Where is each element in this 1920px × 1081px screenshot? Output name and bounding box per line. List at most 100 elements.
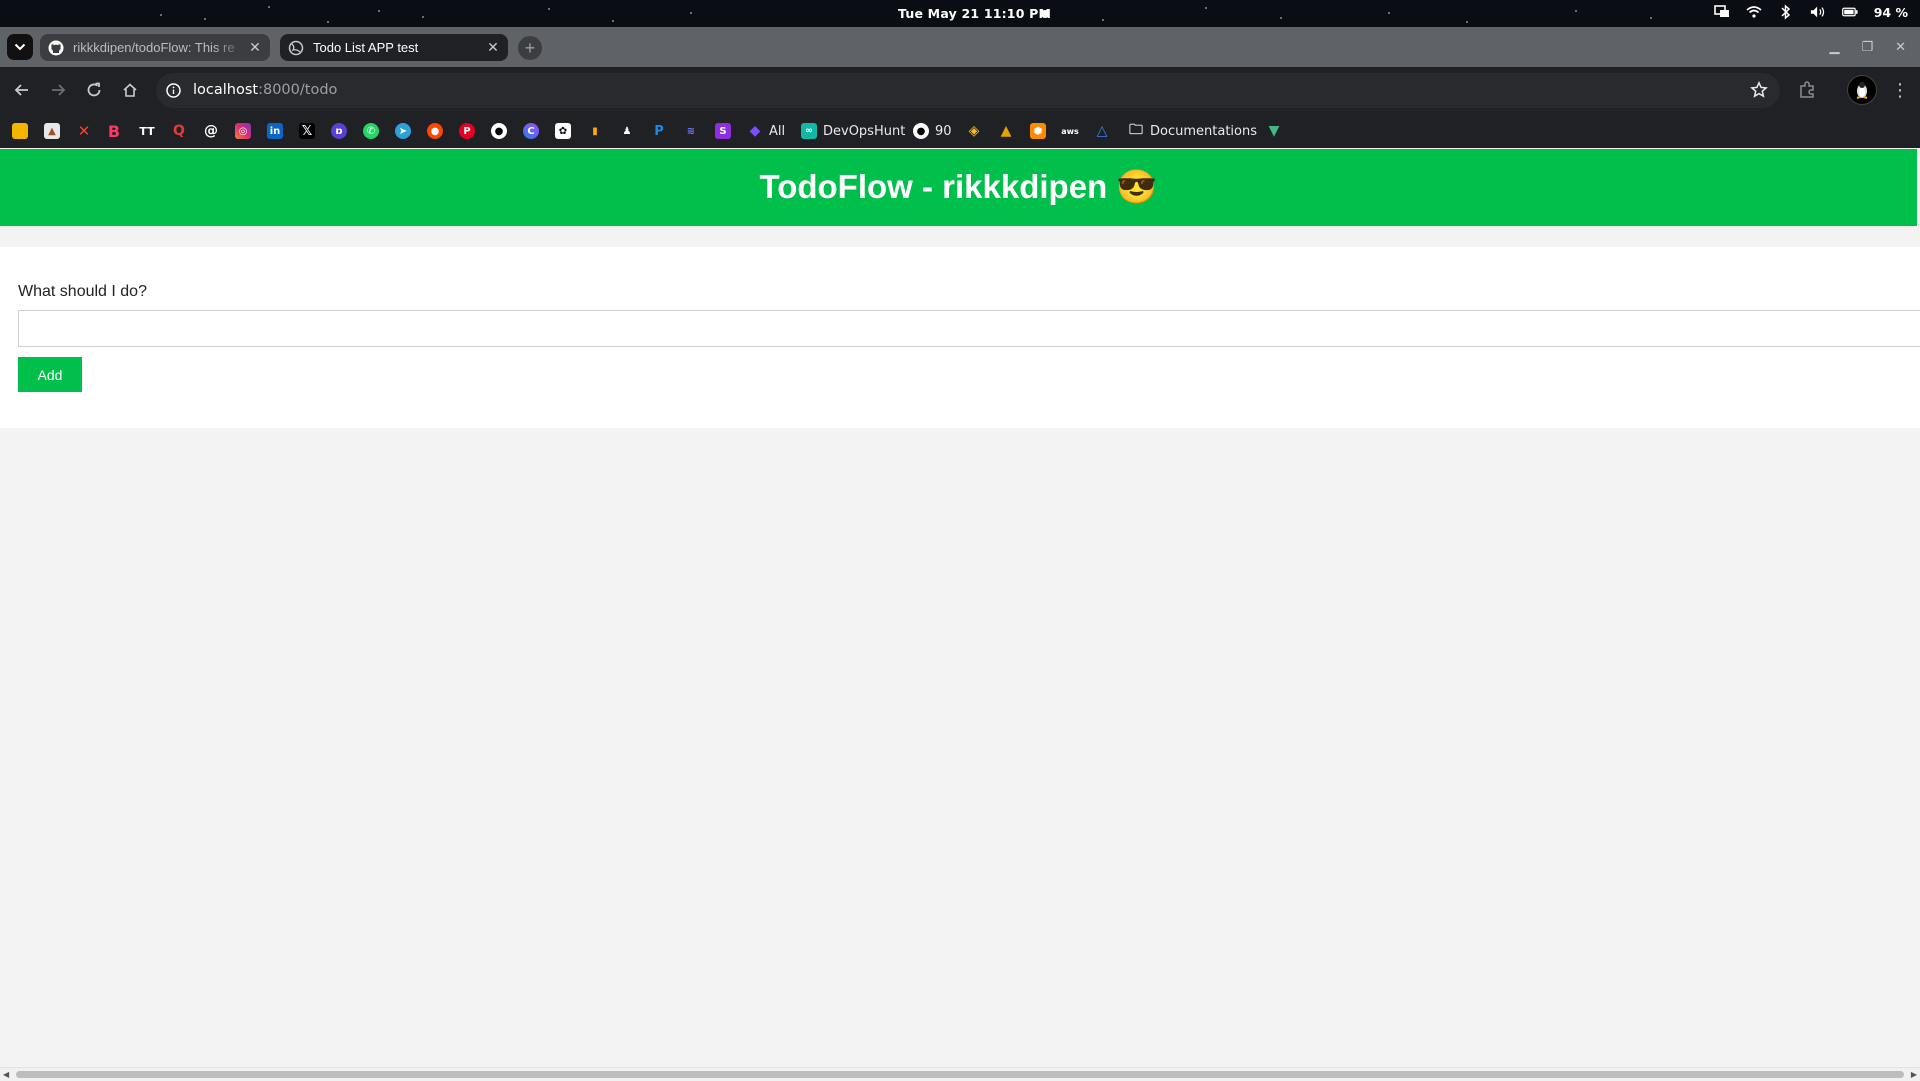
aws-icon: aws — [1061, 126, 1079, 136]
bookmark-all[interactable]: ◆ All — [747, 122, 786, 140]
bookmark-quora[interactable]: Q — [171, 122, 187, 140]
bookmark-github[interactable]: ● — [491, 122, 507, 140]
bookmark-chatgpt[interactable]: ✿ — [555, 122, 571, 140]
scroll-right-icon[interactable]: ▶ — [1911, 1070, 1917, 1079]
bluetooth-icon[interactable] — [1778, 4, 1794, 20]
tt-logo-icon: TT — [139, 124, 155, 138]
linux-penguin-icon: ♟ — [622, 125, 632, 137]
url-host: localhost — [193, 82, 259, 98]
bookmark-linux[interactable]: ♟ — [619, 122, 635, 140]
binance-icon: ◈ — [968, 123, 980, 139]
browser-menu-icon[interactable]: ⋮ — [1890, 80, 1910, 100]
forward-button[interactable] — [47, 79, 69, 101]
battery-icon[interactable] — [1841, 4, 1858, 20]
bookmark-vue[interactable]: ▼ — [1266, 122, 1282, 140]
bookmark-binance[interactable]: ◈ — [966, 122, 982, 140]
extensions-icon[interactable] — [1797, 80, 1817, 100]
screen-share-icon[interactable] — [1713, 4, 1730, 20]
bookmark-azure[interactable]: △ — [1094, 122, 1110, 140]
reload-button[interactable] — [83, 79, 105, 101]
bookmark-s[interactable]: S — [715, 122, 731, 140]
bookmark-threads[interactable]: @ — [203, 122, 219, 140]
azure-icon: △ — [1096, 123, 1108, 139]
github-icon — [48, 40, 64, 56]
volume-icon[interactable] — [1810, 4, 1826, 20]
forward-arrow-icon — [52, 84, 66, 96]
home-button[interactable] — [119, 79, 141, 101]
battery-percent: 94 % — [1873, 4, 1908, 20]
url-path: :8000/todo — [258, 82, 338, 98]
add-button[interactable]: Add — [18, 357, 82, 392]
horizontal-scrollbar[interactable]: ◀ ▶ — [0, 1067, 1920, 1081]
site-info-icon[interactable] — [166, 83, 181, 98]
bookmark-label: All — [769, 123, 786, 139]
bookmark-x-red[interactable]: ✕ — [76, 122, 92, 140]
bookmark-devopshunt[interactable]: ∞ DevOpsHunt — [801, 122, 905, 140]
bookmark-files[interactable] — [12, 122, 28, 140]
os-status-area[interactable]: 94 % — [1713, 4, 1908, 20]
scrollbar-thumb[interactable] — [16, 1071, 1904, 1078]
close-icon[interactable]: ✕ — [486, 39, 500, 55]
profile-avatar[interactable] — [1847, 75, 1877, 105]
close-window-icon[interactable]: ✕ — [1895, 39, 1906, 55]
wifi-icon[interactable] — [1746, 4, 1762, 20]
paypal-icon: P — [654, 123, 664, 139]
bookmark-purple[interactable]: ɒ — [331, 122, 347, 140]
cube-icon: ⬢ — [1030, 123, 1046, 139]
triangle-icon: ▲ — [1000, 123, 1012, 139]
browser-toolbar: localhost:8000/todo ⋮ — [0, 67, 1920, 114]
bookmark-aws[interactable]: aws — [1061, 122, 1079, 140]
folder-icon: 🗀 — [1129, 122, 1143, 138]
back-arrow-icon — [14, 84, 28, 96]
bookmark-waves[interactable]: ≋ — [683, 122, 699, 140]
bookmark-telegram[interactable]: ➤ — [395, 122, 411, 140]
bookmark-linkedin[interactable]: in — [267, 122, 283, 140]
bookmark-app[interactable]: ▲ — [44, 122, 60, 140]
github-icon: ● — [913, 123, 929, 139]
instagram-icon: ◎ — [235, 123, 251, 139]
penguin-avatar-icon — [1856, 82, 1868, 99]
bookmark-tt[interactable]: TT — [139, 122, 155, 140]
back-button[interactable] — [11, 79, 33, 101]
minimize-icon[interactable]: ▁ — [1829, 39, 1839, 55]
todo-form: What should I do? Add — [0, 247, 1920, 428]
bookmark-github-90[interactable]: ● 90 — [913, 122, 952, 140]
bookmark-x[interactable]: 𝕏 — [299, 122, 315, 140]
bookmark-b[interactable]: B — [106, 122, 122, 141]
bookmark-whatsapp[interactable]: ✆ — [363, 122, 379, 140]
infinity-icon: ∞ — [801, 123, 817, 139]
tab-title: Todo List APP test — [313, 40, 419, 55]
address-bar[interactable]: localhost:8000/todo — [156, 73, 1780, 108]
bookmark-reddit[interactable]: ● — [427, 122, 443, 140]
s-logo-icon: S — [715, 123, 731, 139]
tab-search-button[interactable] — [7, 34, 33, 60]
reddit-icon: ● — [427, 123, 443, 139]
url-text[interactable]: localhost:8000/todo — [193, 82, 337, 98]
bookmark-label: 90 — [935, 123, 952, 139]
bookmark-cube[interactable]: ⬢ — [1030, 122, 1046, 140]
bookmark-analytics[interactable]: ▮ — [587, 122, 603, 140]
close-icon[interactable]: ✕ — [248, 39, 262, 55]
tab-title: rikkkdipen/todoFlow: This re — [73, 40, 235, 55]
globe-icon — [288, 40, 304, 56]
threads-icon: @ — [204, 123, 218, 139]
os-clock[interactable]: Tue May 21 11:10 PM — [898, 6, 1051, 21]
restore-icon[interactable]: ❐ — [1861, 39, 1873, 55]
todo-input[interactable] — [18, 310, 1920, 347]
github-icon: ● — [491, 123, 507, 139]
bookmark-triangle[interactable]: ▲ — [998, 122, 1014, 140]
tab-todo-app[interactable]: Todo List APP test ✕ — [280, 34, 508, 61]
scroll-left-icon[interactable]: ◀ — [3, 1070, 9, 1079]
bookmark-star-icon[interactable] — [1750, 80, 1768, 99]
bookmark-documentations[interactable]: 🗀 Documentations — [1128, 122, 1257, 140]
bookmark-copilot[interactable]: C — [523, 122, 539, 140]
quora-icon: Q — [173, 123, 185, 139]
tab-github[interactable]: rikkkdipen/todoFlow: This re ✕ — [40, 34, 270, 61]
bookmark-pinterest[interactable]: P — [459, 122, 475, 140]
new-tab-button[interactable]: + — [518, 36, 542, 60]
bookmark-paypal[interactable]: P — [651, 122, 667, 140]
bookmark-instagram[interactable]: ◎ — [235, 122, 251, 140]
bookmark-label: DevOpsHunt — [823, 123, 906, 139]
x-red-icon: ✕ — [77, 122, 91, 140]
folder-yellow-icon — [12, 123, 28, 139]
